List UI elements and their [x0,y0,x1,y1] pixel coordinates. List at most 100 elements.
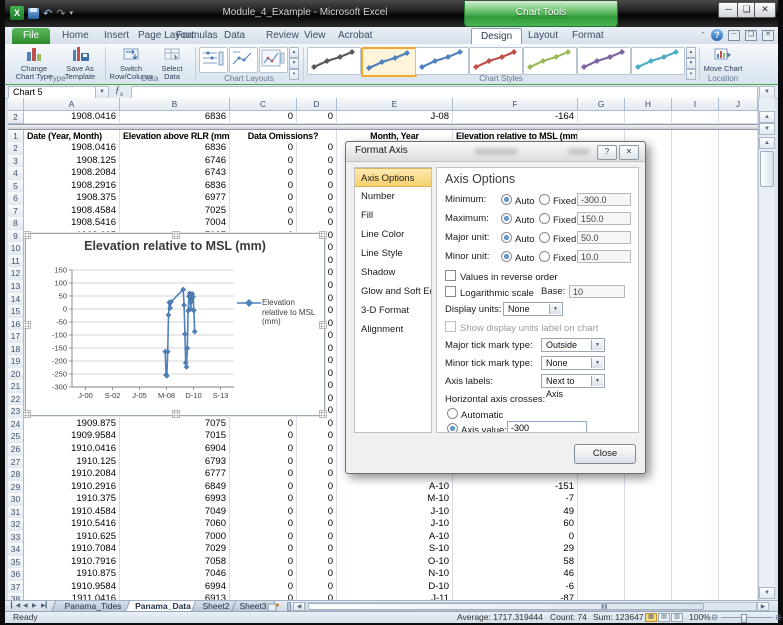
tab-home[interactable]: Home [53,28,98,44]
grid-cell[interactable] [719,217,758,231]
grid-cell[interactable]: Date (Year, Month) [24,130,120,144]
grid-cell[interactable] [625,506,672,520]
row-header[interactable]: 28 [8,468,24,482]
row-header[interactable]: 18 [8,343,24,357]
grid-cell[interactable] [578,493,625,507]
grid-cell[interactable]: 0 [230,481,297,495]
major-unit-auto-radio[interactable]: Auto [501,232,535,245]
grid-cell[interactable]: 0 [230,568,297,582]
grid-cell[interactable] [719,330,758,344]
grid-cell[interactable] [719,531,758,545]
grid-cell[interactable]: 0 [297,568,337,582]
row-header[interactable]: 36 [8,568,24,582]
grid-cell[interactable] [672,130,719,144]
grid-cell[interactable]: 6836 [120,142,230,156]
grid-cell[interactable]: 1910.9584 [24,581,120,595]
grid-cell[interactable] [719,192,758,206]
grid-cell[interactable] [672,368,719,382]
grid-cell[interactable]: 0 [297,581,337,595]
grid-cell[interactable] [719,368,758,382]
vertical-scrollbar-thumb[interactable] [760,151,774,187]
grid-cell[interactable]: 0 [297,192,337,206]
grid-cell[interactable]: N-10 [337,568,453,582]
minimum-auto-radio[interactable]: Auto [501,194,535,207]
grid-cell[interactable]: 0 [453,531,578,545]
grid-cell[interactable] [719,556,758,570]
tab-design[interactable]: Design [471,28,522,45]
grid-cell[interactable]: 1908.0416 [24,142,120,156]
grid-cell[interactable] [719,581,758,595]
grid-cell[interactable] [672,430,719,444]
grid-cell[interactable]: 7000 [120,531,230,545]
grid-cell[interactable]: 58 [453,556,578,570]
grid-cell[interactable] [625,518,672,532]
row-header[interactable]: 2 [8,142,24,156]
grid-cell[interactable]: 6977 [120,192,230,206]
grid-cell[interactable]: 0 [297,556,337,570]
grid-cell[interactable]: 0 [297,493,337,507]
undo-icon[interactable]: ↶ [43,7,52,20]
row-header[interactable]: 23 [8,405,24,419]
horizontal-scrollbar-track[interactable]: ▮▮ [305,602,757,611]
row-header[interactable]: 26 [8,443,24,457]
grid-cell[interactable]: -6 [453,581,578,595]
dialog-close-button[interactable]: Close [574,444,636,464]
grid-cell[interactable] [672,343,719,357]
grid-cell[interactable]: 1910.2084 [24,468,120,482]
save-icon[interactable] [28,8,39,19]
grid-cell[interactable] [578,481,625,495]
close-button[interactable]: ✕ [754,2,776,18]
grid-cell[interactable]: 0 [297,430,337,444]
grid-cell[interactable]: 1908.4584 [24,205,120,219]
grid-cell[interactable] [672,293,719,307]
grid-cell[interactable] [672,111,719,124]
grid-cell[interactable]: 0 [297,142,337,156]
grid-cell[interactable]: 1909.875 [24,418,120,432]
grid-cell[interactable] [578,568,625,582]
scroll-up-icon[interactable]: ▲ [759,137,775,149]
grid-cell[interactable]: 0 [230,581,297,595]
maximum-auto-radio[interactable]: Auto [501,213,535,226]
grid-cell[interactable]: 0 [230,111,297,124]
grid-cell[interactable] [719,180,758,194]
grid-cell[interactable] [672,167,719,181]
dialog-nav-number[interactable]: Number [355,187,431,206]
grid-cell[interactable]: 6849 [120,481,230,495]
grid-cell[interactable] [672,242,719,256]
grid-cell[interactable] [719,230,758,244]
minimum-fixed-radio[interactable]: Fixed [539,194,576,207]
grid-cell[interactable]: 0 [230,543,297,557]
grid-cell[interactable]: 0 [230,418,297,432]
row-header[interactable]: 32 [8,518,24,532]
chart-layout-thumbnail[interactable] [259,47,288,73]
row-header[interactable]: 10 [8,242,24,256]
row-header[interactable]: 27 [8,456,24,470]
chart-resize-handle[interactable] [23,231,31,239]
grid-cell[interactable]: 6777 [120,468,230,482]
chart-style-thumbnail[interactable] [577,47,631,75]
grid-cell[interactable] [719,518,758,532]
column-header-C[interactable]: C [230,98,297,111]
column-header-F[interactable]: F [453,98,578,111]
dialog-nav-3-d-format[interactable]: 3-D Format [355,301,431,320]
column-header-D[interactable]: D [297,98,337,111]
row-header[interactable]: 5 [8,180,24,194]
chart-resize-handle[interactable] [23,410,31,418]
row-header[interactable]: 8 [8,217,24,231]
major-unit-fixed-radio[interactable]: Fixed [539,232,576,245]
row-header[interactable]: 14 [8,293,24,307]
vertical-scrollbar[interactable]: ▲▼▲▼ [758,98,775,600]
column-header-E[interactable]: E [337,98,453,111]
dialog-nav-fill[interactable]: Fill [355,206,431,225]
grid-cell[interactable] [672,205,719,219]
grid-cell[interactable] [672,180,719,194]
grid-cell[interactable] [672,405,719,419]
grid-cell[interactable]: 0 [297,167,337,181]
grid-cell[interactable]: -164 [453,111,578,124]
first-sheet-icon[interactable]: ▎◀ [11,602,20,611]
grid-cell[interactable] [672,217,719,231]
grid-cell[interactable]: 7046 [120,568,230,582]
grid-cell[interactable]: O-10 [337,556,453,570]
select-all-corner[interactable] [8,98,24,111]
grid-cell[interactable] [672,155,719,169]
